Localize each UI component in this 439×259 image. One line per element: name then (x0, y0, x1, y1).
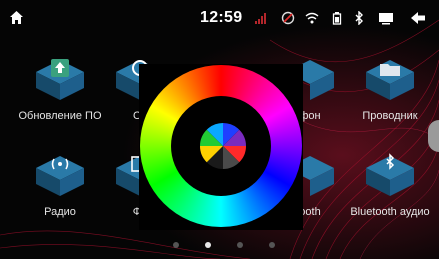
bluetooth-icon (355, 11, 363, 25)
back-icon[interactable] (410, 11, 426, 25)
folder-icon (366, 60, 414, 100)
color-picker-panel (139, 64, 303, 230)
side-drawer-handle[interactable] (428, 120, 439, 152)
color-preset-wheel[interactable] (199, 122, 247, 170)
home-icon[interactable] (9, 10, 24, 25)
bluetooth-audio-icon (366, 153, 414, 196)
page-indicator-dot-active[interactable] (205, 242, 211, 248)
page-indicator-dot[interactable] (269, 242, 275, 248)
signal-icon (255, 13, 266, 24)
app-label: Bluetooth аудио (350, 206, 430, 218)
clock: 12:59 (200, 9, 243, 26)
screen-icon[interactable] (378, 11, 394, 25)
app-label: Проводник (362, 110, 418, 122)
app-file-manager[interactable]: Проводник (342, 56, 438, 128)
page-indicator-dot[interactable] (173, 242, 179, 248)
radio-icon (36, 156, 84, 196)
battery-icon (332, 12, 342, 25)
page-indicator-dot[interactable] (237, 242, 243, 248)
gps-icon (281, 11, 295, 25)
update-icon (36, 59, 84, 100)
app-bluetooth-audio[interactable]: Bluetooth аудио (342, 152, 438, 224)
wifi-icon (305, 12, 319, 24)
status-bar: 12:59 (0, 0, 439, 34)
